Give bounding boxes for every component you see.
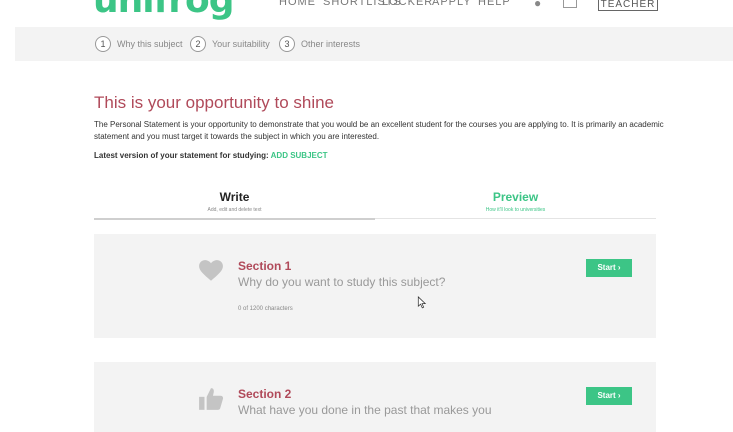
nav-apply[interactable]: APPLY: [432, 0, 472, 8]
nav-locker[interactable]: LOCKER: [382, 0, 433, 8]
tab-write[interactable]: Write Add, edit and delete text: [94, 190, 375, 213]
step-number: 2: [190, 36, 206, 52]
tab-preview-underline: [375, 218, 656, 219]
tab-write-underline: [94, 218, 375, 220]
character-count: 0 of 1200 characters: [238, 306, 293, 312]
start-section-1-button[interactable]: Start ›: [586, 259, 632, 277]
start-section-2-button[interactable]: Start ›: [586, 387, 632, 405]
page-title: This is your opportunity to shine: [94, 93, 335, 112]
section-card-1: Section 1 Why do you want to study this …: [94, 234, 656, 338]
nav-home[interactable]: HOME: [279, 0, 316, 8]
heart-icon: [199, 260, 223, 281]
step-your-suitability[interactable]: 2 Your suitability: [190, 36, 270, 52]
section-title: Section 1: [238, 259, 292, 273]
nav-help[interactable]: HELP: [478, 0, 511, 8]
tab-write-subtitle: Add, edit and delete text: [207, 207, 262, 213]
tab-preview-subtitle: How it'll look to universities: [485, 207, 546, 213]
tab-write-title: Write: [219, 190, 250, 204]
step-number: 1: [95, 36, 111, 52]
latest-version-label: Latest version of your statement for stu…: [94, 151, 269, 160]
teacher-button[interactable]: TEACHER ›: [598, 0, 658, 11]
step-label: Why this subject: [117, 39, 183, 49]
box-icon[interactable]: [563, 0, 577, 8]
step-progress-bar: 1 Why this subject 2 Your suitability 3 …: [15, 27, 733, 61]
top-navigation: unifrog HOME SHORTLISTS LOCKER APPLY HEL…: [0, 0, 733, 22]
step-why-this-subject[interactable]: 1 Why this subject: [95, 36, 183, 52]
tab-preview[interactable]: Preview How it'll look to universities: [375, 190, 656, 213]
unifrog-logo[interactable]: unifrog: [93, 0, 235, 21]
bell-icon[interactable]: ●: [534, 0, 541, 10]
section-title: Section 2: [238, 387, 292, 401]
thumbs-up-icon: [199, 388, 224, 410]
step-number: 3: [279, 36, 295, 52]
step-label: Your suitability: [212, 39, 270, 49]
section-question: Why do you want to study this subject?: [238, 275, 446, 289]
mouse-cursor-icon: [417, 296, 427, 309]
step-other-interests[interactable]: 3 Other interests: [279, 36, 360, 52]
latest-version-line: Latest version of your statement for stu…: [94, 151, 328, 160]
section-card-2: Section 2 What have you done in the past…: [94, 362, 656, 432]
tab-preview-title: Preview: [492, 190, 539, 204]
step-label: Other interests: [301, 39, 361, 49]
add-subject-link[interactable]: ADD SUBJECT: [271, 151, 328, 160]
intro-text: The Personal Statement is your opportuni…: [94, 120, 664, 141]
